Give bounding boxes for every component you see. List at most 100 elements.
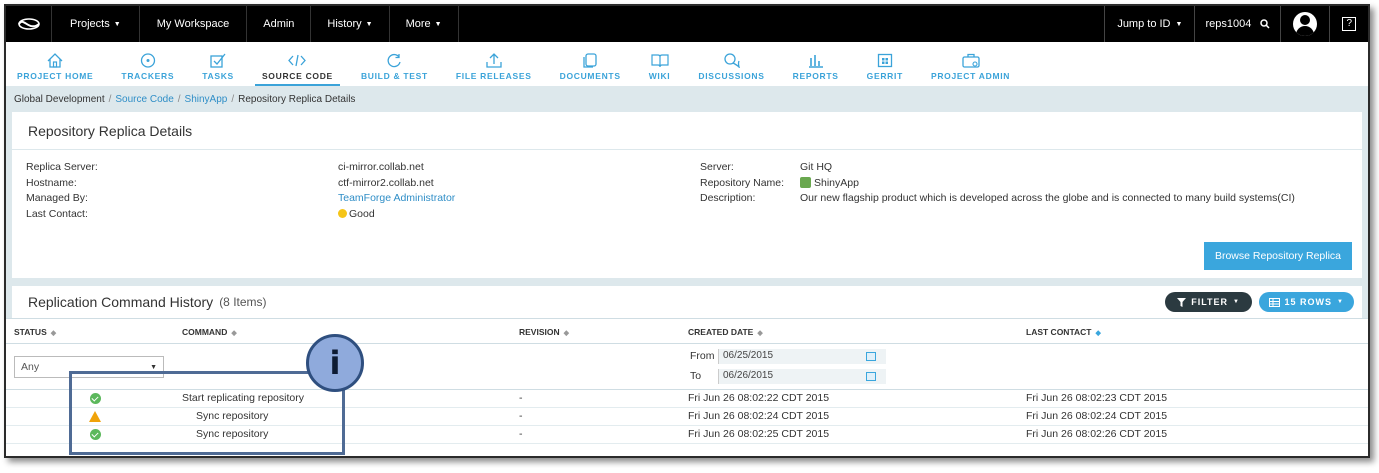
user-menu[interactable] bbox=[1280, 6, 1329, 42]
breadcrumb-separator: / bbox=[108, 93, 112, 105]
replica-server-value: ci-mirror.collab.net bbox=[338, 161, 424, 173]
checkbox-icon bbox=[210, 53, 226, 68]
tool-tasks[interactable]: TASKS bbox=[195, 53, 241, 86]
created-date-cell: Fri Jun 26 08:02:24 CDT 2015 bbox=[688, 410, 830, 422]
managed-by-link[interactable]: TeamForge Administrator bbox=[338, 192, 455, 204]
nav-admin[interactable]: Admin bbox=[247, 6, 312, 42]
description-value: Our new flagship product which is develo… bbox=[800, 192, 1295, 204]
tool-trackers[interactable]: TRACKERS bbox=[114, 53, 181, 86]
tool-label: SOURCE CODE bbox=[261, 71, 333, 81]
breadcrumb-separator: / bbox=[177, 93, 181, 105]
info-callout-label: i bbox=[329, 344, 341, 382]
callout-highlight-box bbox=[69, 371, 345, 455]
from-date-label: From bbox=[690, 350, 715, 362]
nav-more-label: More bbox=[405, 18, 431, 30]
chevron-down-icon: ▼ bbox=[1233, 299, 1240, 305]
sort-icon: ◆ bbox=[757, 330, 763, 337]
tool-source-code[interactable]: SOURCE CODE bbox=[254, 53, 340, 86]
breadcrumb-root[interactable]: Global Development bbox=[14, 94, 105, 105]
managed-by-label: Managed By: bbox=[26, 192, 88, 204]
column-header-created-date[interactable]: CREATED DATE ◆ bbox=[688, 327, 763, 337]
home-icon bbox=[47, 53, 63, 68]
chevron-down-icon: ▼ bbox=[1337, 299, 1344, 305]
to-date-label: To bbox=[690, 370, 702, 382]
nav-history[interactable]: History ▼ bbox=[311, 6, 390, 42]
code-icon bbox=[288, 54, 307, 67]
documents-icon bbox=[583, 53, 597, 68]
nav-more[interactable]: More ▼ bbox=[390, 6, 459, 42]
column-command-label: COMMAND bbox=[182, 327, 228, 337]
server-label: Server: bbox=[700, 161, 734, 173]
sort-descending-icon: ◆ bbox=[1095, 330, 1101, 337]
rows-per-page-button[interactable]: 15 ROWS ▼ bbox=[1258, 292, 1354, 312]
tool-reports[interactable]: REPORTS bbox=[786, 53, 846, 86]
tool-label: WIKI bbox=[648, 71, 671, 81]
tool-label: FILE RELEASES bbox=[455, 71, 532, 81]
book-icon bbox=[650, 54, 669, 68]
breadcrumb-source-code-link[interactable]: Source Code bbox=[115, 94, 173, 105]
search-icon[interactable] bbox=[1260, 19, 1270, 29]
tool-discussions[interactable]: DISCUSSIONS bbox=[691, 53, 771, 86]
calendar-icon[interactable] bbox=[866, 352, 876, 361]
calendar-icon[interactable] bbox=[866, 372, 876, 381]
hostname-value: ctf-mirror2.collab.net bbox=[338, 176, 434, 189]
filter-button[interactable]: FILTER ▼ bbox=[1165, 292, 1252, 312]
history-title: Replication Command History bbox=[28, 294, 214, 310]
tool-file-releases[interactable]: FILE RELEASES bbox=[449, 53, 539, 86]
tool-documents[interactable]: DOCUMENTS bbox=[553, 53, 628, 86]
hostname-label: Hostname: bbox=[26, 176, 77, 189]
description-label: Description: bbox=[700, 192, 756, 204]
column-header-command[interactable]: COMMAND ◆ bbox=[182, 327, 237, 337]
tool-project-home[interactable]: PROJECT HOME bbox=[10, 53, 100, 86]
tool-label: DOCUMENTS bbox=[559, 71, 621, 81]
help-button[interactable]: ? bbox=[1329, 6, 1368, 42]
nav-history-label: History bbox=[327, 18, 362, 30]
details-labels-left: Replica Server: Hostname: Managed By: La… bbox=[26, 160, 98, 222]
breadcrumb-separator: / bbox=[231, 93, 235, 105]
chevron-down-icon: ▼ bbox=[113, 20, 121, 28]
search-input[interactable]: reps1004 bbox=[1194, 6, 1280, 42]
project-tool-nav: PROJECT HOME TRACKERS TASKS SOURCE CODE … bbox=[6, 42, 1368, 86]
details-values-right: Git HQ ShinyApp Our new flagship product… bbox=[800, 160, 1295, 207]
search-value: reps1004 bbox=[1205, 18, 1252, 30]
tool-label: TASKS bbox=[202, 71, 234, 81]
status-filter-value: Any bbox=[21, 361, 40, 373]
tool-project-admin[interactable]: PROJECT ADMIN bbox=[924, 53, 1017, 86]
tool-label: PROJECT ADMIN bbox=[930, 71, 1011, 81]
from-date-input[interactable]: 06/25/2015 bbox=[718, 349, 886, 364]
jump-to-id-button[interactable]: Jump to ID ▼ bbox=[1104, 6, 1194, 42]
repository-name-label: Repository Name: bbox=[700, 176, 785, 189]
breadcrumb-shinyapp-link[interactable]: ShinyApp bbox=[185, 94, 228, 105]
column-header-revision[interactable]: REVISION ◆ bbox=[519, 327, 569, 337]
nav-projects[interactable]: Projects ▼ bbox=[52, 6, 140, 42]
chevron-down-icon: ▼ bbox=[1175, 20, 1183, 28]
repository-icon bbox=[800, 176, 811, 188]
nav-my-workspace[interactable]: My Workspace bbox=[140, 6, 248, 42]
repository-name-value: ShinyApp bbox=[814, 176, 859, 189]
collabnet-logo-icon[interactable] bbox=[6, 6, 52, 42]
table-header-row: STATUS ◆ COMMAND ◆ REVISION ◆ CREATED DATE ◆… bbox=[6, 318, 1368, 344]
briefcase-icon bbox=[961, 53, 980, 68]
replica-server-label: Replica Server: bbox=[26, 161, 98, 173]
table-icon bbox=[1268, 297, 1280, 307]
browse-repository-replica-button[interactable]: Browse Repository Replica bbox=[1204, 242, 1352, 270]
replica-details-panel: Replica Server: Hostname: Managed By: La… bbox=[6, 150, 1368, 278]
tool-label: REPORTS bbox=[792, 71, 839, 81]
tool-build-test[interactable]: BUILD & TEST bbox=[354, 53, 435, 86]
revision-cell: - bbox=[519, 428, 523, 440]
column-header-last-contact[interactable]: LAST CONTACT ◆ bbox=[1026, 327, 1101, 337]
tool-gerrit[interactable]: GERRIT bbox=[860, 53, 910, 86]
tool-label: TRACKERS bbox=[121, 71, 175, 81]
page-title: Repository Replica Details bbox=[6, 112, 1368, 150]
user-avatar-icon[interactable] bbox=[1293, 12, 1318, 36]
target-icon bbox=[140, 53, 155, 68]
column-header-status[interactable]: STATUS ◆ bbox=[14, 327, 56, 337]
revision-cell: - bbox=[519, 392, 523, 404]
breadcrumb-current: Repository Replica Details bbox=[238, 93, 356, 105]
to-date-input[interactable]: 06/26/2015 bbox=[718, 369, 886, 384]
tool-label: GERRIT bbox=[866, 71, 903, 81]
top-bar-spacer bbox=[459, 6, 1105, 42]
tool-wiki[interactable]: WIKI bbox=[642, 53, 678, 86]
tool-label: BUILD & TEST bbox=[360, 71, 428, 81]
tool-label: PROJECT HOME bbox=[17, 71, 94, 81]
